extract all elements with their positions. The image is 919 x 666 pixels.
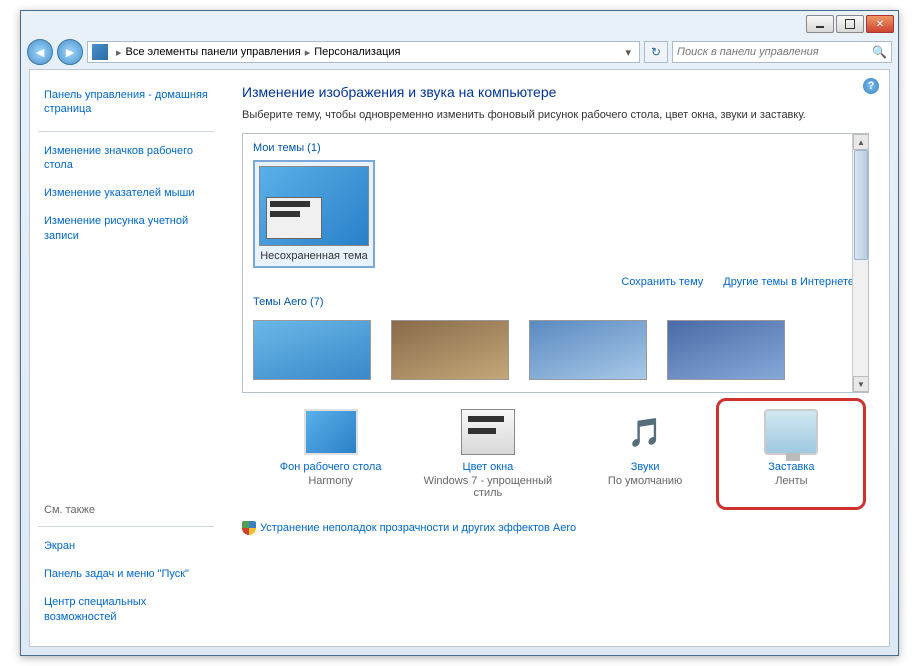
aero-themes-row	[253, 314, 858, 380]
my-themes-label: Мои темы (1)	[253, 142, 858, 154]
main-panel: ? Изменение изображения и звука на компь…	[222, 70, 889, 646]
page-subtext: Выберите тему, чтобы одновременно измени…	[242, 108, 869, 123]
setting-title: Звуки	[631, 461, 660, 473]
sidebar: Панель управления - домашняя страница Из…	[30, 70, 222, 646]
search-input[interactable]	[677, 46, 872, 58]
help-icon[interactable]: ?	[863, 78, 879, 94]
setting-sounds[interactable]: 🎵 Звуки По умолчанию	[570, 409, 720, 499]
aero-theme-1[interactable]	[253, 320, 371, 380]
desktop-bg-icon	[304, 409, 358, 455]
divider	[38, 526, 214, 527]
scroll-down[interactable]: ▼	[853, 376, 869, 392]
setting-value: Harmony	[308, 475, 353, 487]
address-dropdown[interactable]: ▾	[621, 46, 635, 59]
navbar: ◄ ► ▸ Все элементы панели управления ▸ П…	[21, 37, 898, 67]
control-panel-icon	[92, 44, 108, 60]
screensaver-icon	[764, 409, 818, 455]
theme-label: Несохраненная тема	[259, 250, 369, 262]
scrollbar[interactable]: ▲ ▼	[852, 134, 868, 392]
see-also-display[interactable]: Экран	[38, 535, 214, 557]
maximize-button[interactable]	[836, 15, 864, 33]
themes-box: Мои темы (1) Несохраненная тема Сохранит…	[242, 133, 869, 393]
setting-desktop-bg[interactable]: Фон рабочего стола Harmony	[256, 409, 406, 499]
address-bar[interactable]: ▸ Все элементы панели управления ▸ Персо…	[87, 41, 640, 63]
search-box[interactable]: 🔍	[672, 41, 892, 63]
sidebar-link-icons[interactable]: Изменение значков рабочего стола	[38, 140, 214, 177]
setting-title: Цвет окна	[462, 461, 513, 473]
close-button[interactable]: ✕	[866, 15, 894, 33]
scroll-thumb[interactable]	[854, 150, 868, 260]
aero-themes-label: Темы Aero (7)	[253, 296, 858, 308]
personalization-window: ✕ ◄ ► ▸ Все элементы панели управления ▸…	[20, 10, 899, 656]
setting-window-color[interactable]: Цвет окна Windows 7 - упрощенный стиль	[413, 409, 563, 499]
setting-title: Фон рабочего стола	[280, 461, 382, 473]
sounds-icon: 🎵	[618, 409, 672, 455]
setting-value: Windows 7 - упрощенный стиль	[413, 475, 563, 499]
online-themes-link[interactable]: Другие темы в Интернете	[723, 276, 854, 288]
search-icon[interactable]: 🔍	[872, 45, 887, 59]
setting-title: Заставка	[768, 461, 814, 473]
see-also-taskbar[interactable]: Панель задач и меню "Пуск"	[38, 563, 214, 585]
breadcrumb-2[interactable]: Персонализация	[314, 46, 400, 58]
sidebar-link-cursors[interactable]: Изменение указателей мыши	[38, 182, 214, 204]
setting-value: Ленты	[775, 475, 807, 487]
aero-theme-4[interactable]	[667, 320, 785, 380]
content: Панель управления - домашняя страница Из…	[29, 69, 890, 647]
breadcrumb-sep: ▸	[116, 46, 122, 59]
see-also-accessibility[interactable]: Центр специальных возможностей	[38, 591, 214, 628]
save-theme-link[interactable]: Сохранить тему	[621, 276, 703, 288]
refresh-button[interactable]: ↻	[644, 41, 668, 63]
setting-value: По умолчанию	[608, 475, 682, 487]
sidebar-link-account-pic[interactable]: Изменение рисунка учетной записи	[38, 210, 214, 247]
forward-button[interactable]: ►	[57, 39, 83, 65]
divider	[38, 131, 214, 132]
setting-screensaver[interactable]: Заставка Ленты	[716, 398, 866, 510]
page-heading: Изменение изображения и звука на компьют…	[242, 84, 869, 100]
theme-thumbnail	[259, 166, 369, 246]
see-also-label: См. также	[38, 498, 214, 522]
theme-unsaved[interactable]: Несохраненная тема	[253, 160, 375, 268]
settings-row: Фон рабочего стола Harmony Цвет окна Win…	[242, 409, 869, 499]
window-color-icon	[461, 409, 515, 455]
breadcrumb-1[interactable]: Все элементы панели управления	[126, 46, 301, 58]
aero-theme-2[interactable]	[391, 320, 509, 380]
breadcrumb-sep: ▸	[305, 46, 311, 59]
titlebar: ✕	[21, 11, 898, 37]
aero-troubleshoot-text: Устранение неполадок прозрачности и друг…	[260, 522, 576, 534]
shield-icon	[242, 521, 256, 535]
minimize-button[interactable]	[806, 15, 834, 33]
sidebar-home-link[interactable]: Панель управления - домашняя страница	[38, 82, 214, 121]
scroll-up[interactable]: ▲	[853, 134, 869, 150]
back-button[interactable]: ◄	[27, 39, 53, 65]
aero-troubleshoot-link[interactable]: Устранение неполадок прозрачности и друг…	[242, 521, 869, 535]
aero-theme-3[interactable]	[529, 320, 647, 380]
